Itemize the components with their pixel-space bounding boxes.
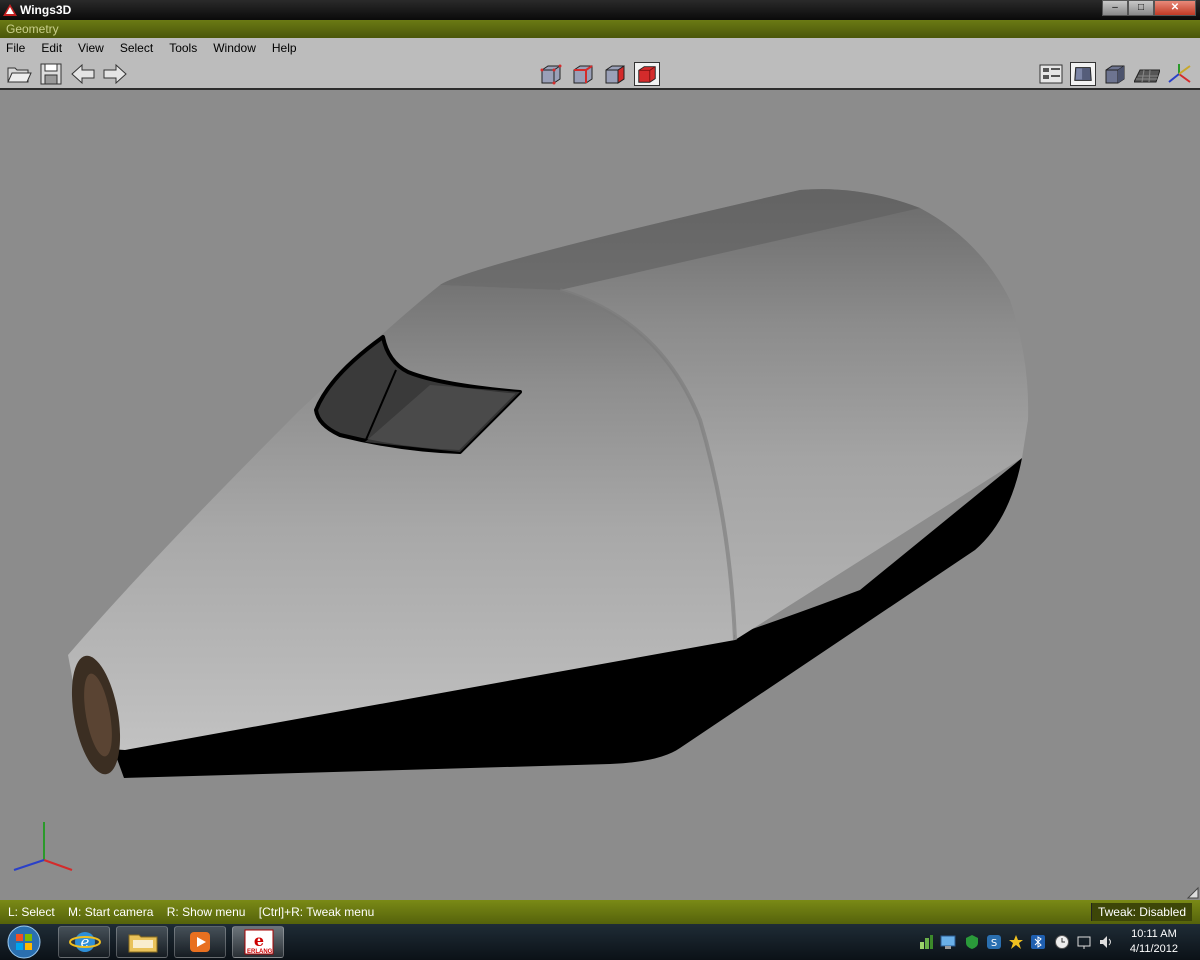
bluetooth-tray-icon[interactable] xyxy=(1030,934,1046,950)
menu-view[interactable]: View xyxy=(78,41,104,55)
minimize-button[interactable]: – xyxy=(1102,0,1128,16)
menu-edit[interactable]: Edit xyxy=(41,41,62,55)
ground-grid-icon[interactable] xyxy=(1133,62,1161,86)
flat-shaded-icon[interactable] xyxy=(1102,62,1128,86)
menu-select[interactable]: Select xyxy=(120,41,153,55)
media-player-icon[interactable] xyxy=(174,926,226,958)
menu-tools[interactable]: Tools xyxy=(169,41,197,55)
menu-bar: File Edit View Select Tools Window Help xyxy=(0,38,1200,58)
menu-help[interactable]: Help xyxy=(272,41,297,55)
geometry-label: Geometry xyxy=(6,22,59,36)
redo-arrow-icon[interactable] xyxy=(102,62,128,86)
open-folder-icon[interactable] xyxy=(6,62,32,86)
axis-gizmo-icon xyxy=(13,822,73,871)
undo-arrow-icon[interactable] xyxy=(70,62,96,86)
window-titlebar: Wings3D – □ ✕ xyxy=(0,0,1200,20)
model-render xyxy=(68,189,1199,899)
display-tray-icon[interactable] xyxy=(940,934,956,950)
clock-tray-icon[interactable] xyxy=(1054,934,1070,950)
vertex-mode-icon[interactable] xyxy=(538,62,564,86)
file-explorer-icon[interactable] xyxy=(116,926,168,958)
internet-explorer-icon[interactable]: e xyxy=(58,926,110,958)
hint-ctrl-right-click: [Ctrl]+R: Tweak menu xyxy=(258,905,375,919)
save-icon[interactable] xyxy=(38,62,64,86)
smooth-shaded-icon[interactable] xyxy=(1070,62,1096,86)
security-tray-icon[interactable] xyxy=(964,934,980,950)
tweak-status[interactable]: Tweak: Disabled xyxy=(1090,903,1192,921)
erlang-icon[interactable]: e ERLANG xyxy=(232,926,284,958)
body-mode-icon[interactable] xyxy=(634,62,660,86)
clock-time: 10:11 AM xyxy=(1131,928,1177,940)
hint-left-click: L: Select xyxy=(8,905,55,919)
svg-text:S: S xyxy=(991,938,997,949)
network-tray-icon[interactable] xyxy=(918,934,934,950)
menu-window[interactable]: Window xyxy=(213,41,256,55)
windows-taskbar: e e ERLANG S 10:11 AM 4/11/2012 xyxy=(0,924,1200,960)
svg-text:e: e xyxy=(254,931,264,950)
maximize-button[interactable]: □ xyxy=(1128,0,1154,16)
svg-text:e: e xyxy=(81,933,90,951)
status-bar: L: Select M: Start camera R: Show menu [… xyxy=(0,900,1200,924)
face-mode-icon[interactable] xyxy=(602,62,628,86)
close-button[interactable]: ✕ xyxy=(1154,0,1196,16)
outliner-icon[interactable] xyxy=(1038,62,1064,86)
geometry-viewport[interactable] xyxy=(0,90,1200,900)
geometry-window-bar: Geometry xyxy=(0,20,1200,38)
system-clock[interactable]: 10:11 AM 4/11/2012 xyxy=(1130,927,1178,957)
action-center-tray-icon[interactable] xyxy=(1076,934,1092,950)
antivirus-tray-icon[interactable]: S xyxy=(986,934,1002,950)
toolbar xyxy=(0,58,1200,90)
edge-mode-icon[interactable] xyxy=(570,62,596,86)
hint-middle-click: M: Start camera xyxy=(68,905,154,919)
axes-icon[interactable] xyxy=(1166,62,1192,86)
star-tray-icon[interactable] xyxy=(1008,934,1024,950)
wings3d-app-icon xyxy=(2,2,18,18)
clock-date: 4/11/2012 xyxy=(1129,943,1178,955)
erlang-label: ERLANG xyxy=(247,949,273,955)
volume-tray-icon[interactable] xyxy=(1098,934,1114,950)
window-title: Wings3D xyxy=(20,3,72,17)
hint-right-click: R: Show menu xyxy=(166,905,246,919)
start-orb-icon[interactable] xyxy=(6,925,42,960)
menu-file[interactable]: File xyxy=(6,41,25,55)
